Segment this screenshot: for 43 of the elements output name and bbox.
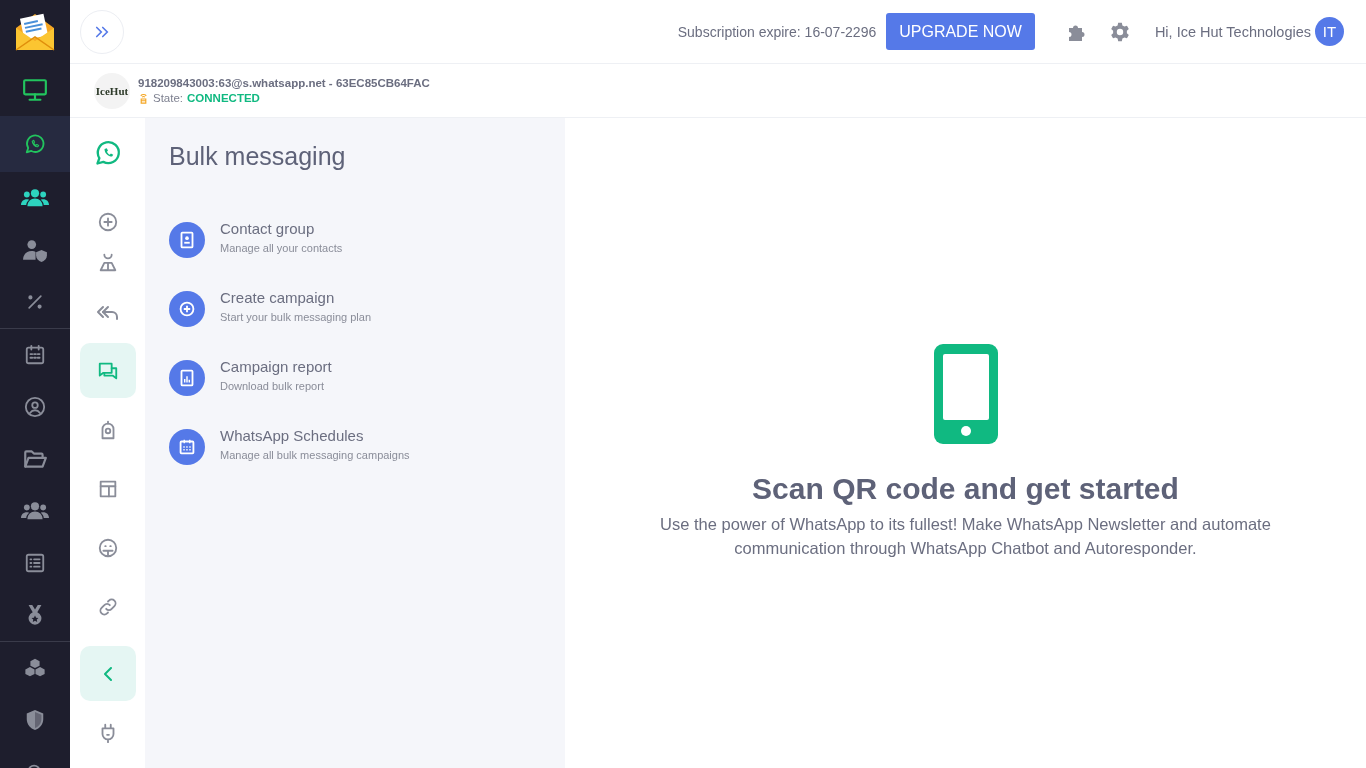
menu-item-title[interactable]: Contact group	[220, 218, 315, 239]
shield-icon	[24, 709, 46, 731]
percent-icon	[25, 292, 45, 312]
chat-bubble-icon	[24, 133, 46, 155]
calendar-icon	[169, 428, 205, 465]
plus-circle-icon	[96, 211, 119, 233]
greeting-text[interactable]: Hi, Ice Hut Technologies	[1154, 23, 1311, 40]
chevron-left-icon	[103, 666, 112, 681]
menu-item-subtitle: Start your bulk messaging plan	[220, 309, 372, 325]
empty-state-heading: Scan QR code and get started	[752, 472, 1179, 506]
face-icon	[96, 536, 119, 559]
state-value: CONNECTED	[187, 92, 260, 104]
contact-book-icon	[169, 221, 205, 258]
chat-bubble-icon	[93, 139, 122, 167]
plus-circle-icon	[169, 290, 205, 327]
upgrade-button[interactable]: UPGRADE NOW	[886, 13, 1035, 50]
menu-item-title[interactable]: Create campaign	[220, 287, 335, 308]
menu-item-subtitle: Download bulk report	[220, 378, 324, 394]
report-icon	[169, 359, 205, 396]
phone-icon	[933, 344, 998, 444]
panel-title: Bulk messaging	[169, 142, 347, 171]
subscription-text: Subscription expire: 16-07-2296	[677, 23, 877, 40]
list-icon	[24, 552, 46, 574]
expand-button[interactable]	[80, 9, 124, 54]
cubes-icon	[24, 657, 46, 679]
signal-tower-icon	[138, 92, 149, 104]
state-label: State:	[153, 92, 184, 104]
menu-item-title[interactable]: WhatsApp Schedules	[220, 425, 364, 446]
settings-icon[interactable]	[1108, 20, 1131, 43]
menu-item-title[interactable]: Campaign report	[220, 356, 332, 377]
sidebar-item[interactable]	[0, 116, 70, 172]
user-avatar[interactable]: IT	[1315, 17, 1344, 46]
user-shield-icon	[22, 237, 48, 263]
empty-state-text: Use the power of WhatsApp to its fullest! Make WhatsApp Newsletter and automate communication through WhatsApp Chatbot and Autoresponder.	[659, 514, 1272, 559]
rail-item[interactable]	[79, 343, 136, 398]
envelope-logo-icon	[14, 12, 56, 52]
monitor-icon	[22, 77, 48, 103]
user-circle-icon	[24, 396, 46, 418]
calendar-icon	[24, 344, 46, 366]
menu-item-subtitle: Manage all your contacts	[220, 240, 343, 256]
company-logo: IceHut	[94, 72, 130, 109]
account-id: 918209843003:63@s.whatsapp.net - 63EC85CB64FAC	[138, 77, 430, 89]
menu-item-subtitle: Manage all bulk messaging campaigns	[220, 447, 410, 463]
